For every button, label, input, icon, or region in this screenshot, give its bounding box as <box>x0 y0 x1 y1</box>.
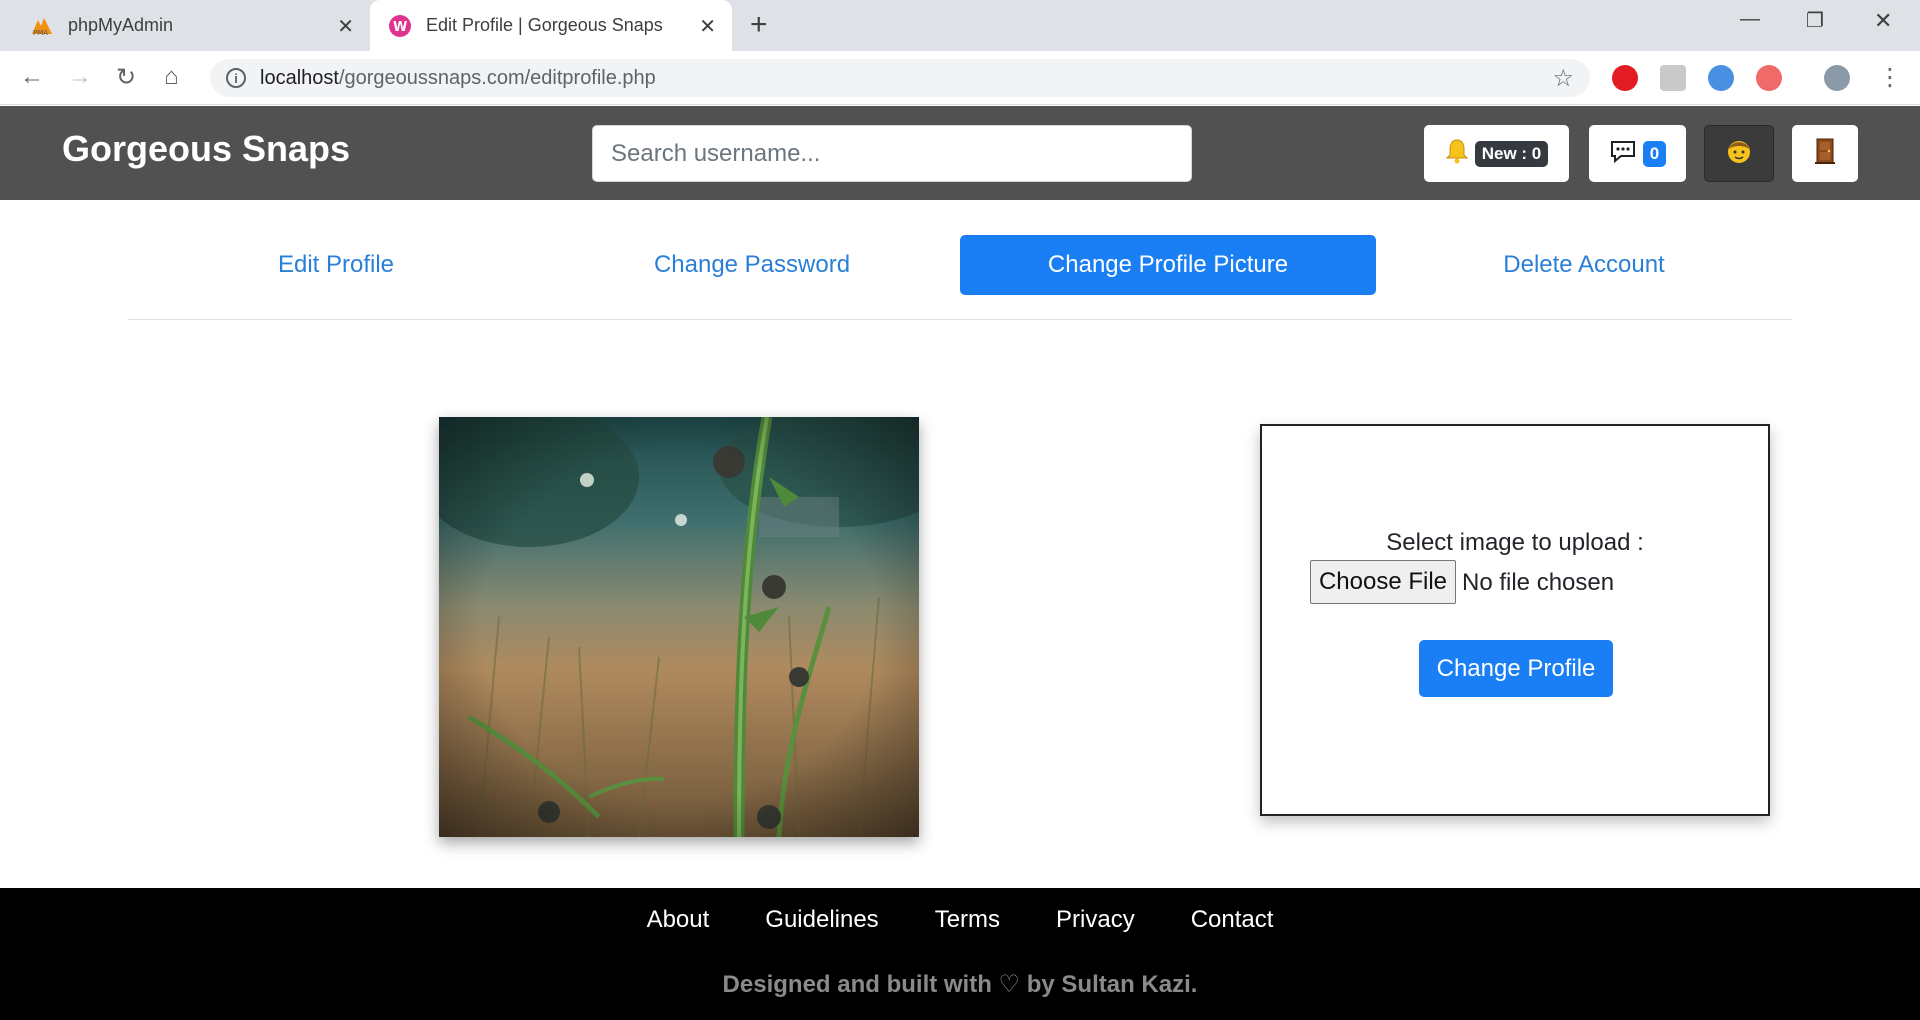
footer-links: About Guidelines Terms Privacy Contact <box>0 906 1920 934</box>
footer-link-contact[interactable]: Contact <box>1191 906 1274 934</box>
url-host: localhost <box>260 66 339 89</box>
logout-button[interactable] <box>1792 125 1858 182</box>
new-tab-icon[interactable]: + <box>750 8 768 42</box>
profile-button[interactable] <box>1704 125 1774 182</box>
phpmyadmin-favicon-icon: PMA <box>30 14 54 38</box>
footer-link-about[interactable]: About <box>647 906 710 934</box>
cube-extension-icon[interactable] <box>1660 65 1686 91</box>
wamp-favicon-icon: W <box>388 14 412 38</box>
address-bar[interactable]: i localhost/gorgeoussnaps.com/editprofil… <box>210 59 1590 97</box>
messages-badge: 0 <box>1642 140 1667 167</box>
adblock-extension-icon[interactable] <box>1612 65 1638 91</box>
door-icon <box>1814 137 1836 170</box>
notifications-badge: New : 0 <box>1474 140 1549 167</box>
forward-icon[interactable]: → <box>68 63 92 91</box>
bell-icon <box>1445 138 1469 169</box>
site-navbar: Gorgeous Snaps New : 0 0 <box>0 106 1920 200</box>
browser-tabstrip: PMA phpMyAdmin ✕ W Edit Profile | Gorgeo… <box>0 0 1920 51</box>
close-window-icon[interactable]: ✕ <box>1874 8 1892 34</box>
browser-tab-title: Edit Profile | Gorgeous Snaps <box>426 15 663 35</box>
face-emoji-icon <box>1725 137 1753 170</box>
site-footer: About Guidelines Terms Privacy Contact D… <box>0 888 1920 1020</box>
profile-avatar-icon[interactable] <box>1824 65 1850 91</box>
home-icon[interactable]: ⌂ <box>164 63 179 91</box>
tab-change-password[interactable]: Change Password <box>544 235 960 295</box>
restore-window-icon[interactable]: ❐ <box>1806 8 1824 33</box>
bookmark-star-icon[interactable]: ☆ <box>1552 64 1574 93</box>
svg-text:PMA: PMA <box>33 29 48 36</box>
minimize-window-icon[interactable]: — <box>1740 8 1760 31</box>
notifications-button[interactable]: New : 0 <box>1424 125 1569 182</box>
current-profile-picture <box>439 417 919 837</box>
site-brand[interactable]: Gorgeous Snaps <box>62 128 350 170</box>
footer-credit: Designed and built with ♡ by Sultan Kazi… <box>722 971 1198 998</box>
upload-label: Select image to upload : <box>1386 529 1644 556</box>
tab-edit-profile[interactable]: Edit Profile <box>128 235 544 295</box>
site-info-icon[interactable]: i <box>226 68 246 88</box>
browser-tab-title: phpMyAdmin <box>68 15 174 35</box>
url-path: /gorgeoussnaps.com/editprofile.php <box>338 66 656 89</box>
choose-file-button[interactable]: Choose File <box>1310 560 1456 604</box>
change-profile-button[interactable]: Change Profile <box>1419 640 1613 697</box>
browser-tab-phpmyadmin[interactable]: PMA phpMyAdmin ✕ <box>0 0 370 51</box>
globe-extension-icon[interactable] <box>1708 65 1734 91</box>
profile-settings-tabs: Edit Profile Change Password Change Prof… <box>128 235 1792 320</box>
svg-text:W: W <box>393 20 407 35</box>
browser-tab-edit-profile[interactable]: W Edit Profile | Gorgeous Snaps ✕ <box>370 0 732 51</box>
reload-icon[interactable]: ↻ <box>116 63 136 92</box>
close-tab-icon[interactable]: ✕ <box>337 14 354 39</box>
footer-link-privacy[interactable]: Privacy <box>1056 906 1135 934</box>
upload-form: Select image to upload : Choose File No … <box>1260 424 1770 816</box>
tab-delete-account[interactable]: Delete Account <box>1376 235 1792 295</box>
back-icon[interactable]: ← <box>20 63 44 91</box>
footer-link-terms[interactable]: Terms <box>935 906 1000 934</box>
tab-change-profile-picture[interactable]: Change Profile Picture <box>960 235 1376 295</box>
browser-toolbar: ← → ↻ ⌂ i localhost/gorgeoussnaps.com/ed… <box>0 51 1920 105</box>
chat-icon <box>1609 139 1637 168</box>
footer-link-guidelines[interactable]: Guidelines <box>765 906 878 934</box>
browser-menu-icon[interactable]: ⋮ <box>1878 63 1902 92</box>
shield-extension-icon[interactable] <box>1756 65 1782 91</box>
messages-button[interactable]: 0 <box>1589 125 1686 182</box>
close-tab-icon[interactable]: ✕ <box>699 14 716 39</box>
file-status: No file chosen <box>1462 569 1615 596</box>
search-input[interactable] <box>592 125 1192 182</box>
